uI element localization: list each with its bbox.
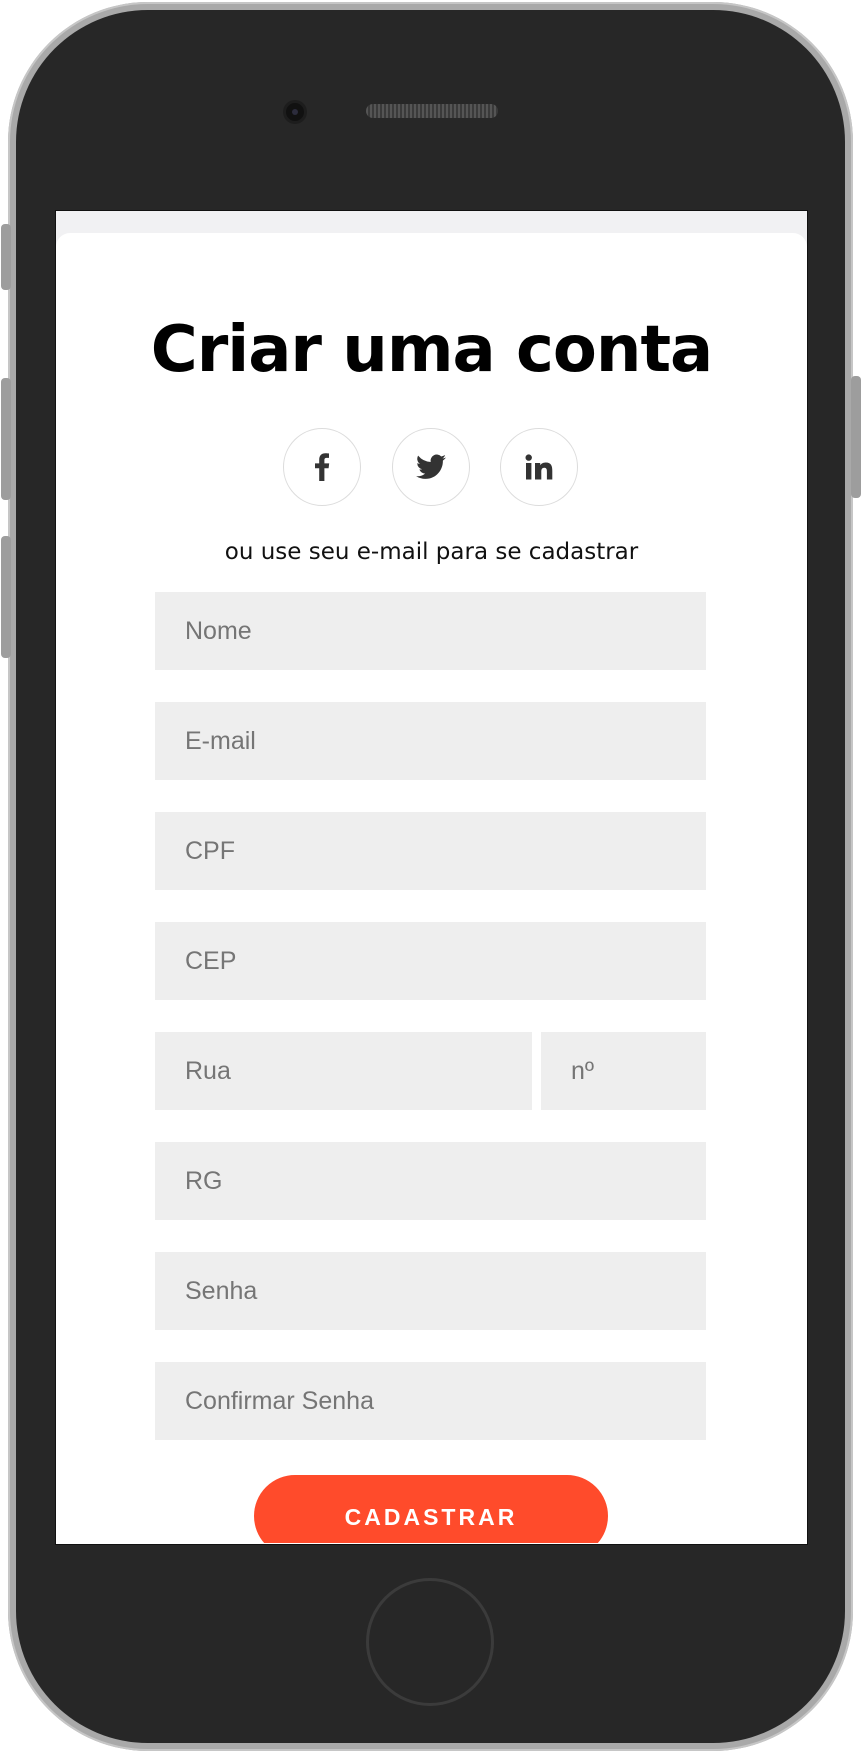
page-title: Criar uma conta [150,313,713,387]
street-field[interactable] [155,1032,532,1110]
power-button [851,376,861,498]
password-field[interactable] [155,1252,706,1330]
twitter-button[interactable] [392,428,470,506]
mute-switch [1,224,11,290]
linkedin-button[interactable] [500,428,578,506]
home-button[interactable] [366,1578,494,1706]
submit-button[interactable]: CADASTRAR [254,1475,608,1543]
volume-down-button [1,536,11,658]
volume-up-button [1,378,11,500]
front-camera [286,103,304,121]
social-buttons [56,428,807,508]
cep-field[interactable] [155,922,706,1000]
earpiece-speaker [366,104,498,118]
street-number-field[interactable] [541,1032,706,1110]
twitter-icon [416,454,446,480]
linkedin-icon [525,454,553,480]
facebook-icon [314,453,330,481]
facebook-button[interactable] [283,428,361,506]
name-field[interactable] [155,592,706,670]
confirm-password-field[interactable] [155,1362,706,1440]
cpf-field[interactable] [155,812,706,890]
rg-field[interactable] [155,1142,706,1220]
email-signup-hint: ou use seu e-mail para se cadastrar [224,539,639,565]
email-field[interactable] [155,702,706,780]
